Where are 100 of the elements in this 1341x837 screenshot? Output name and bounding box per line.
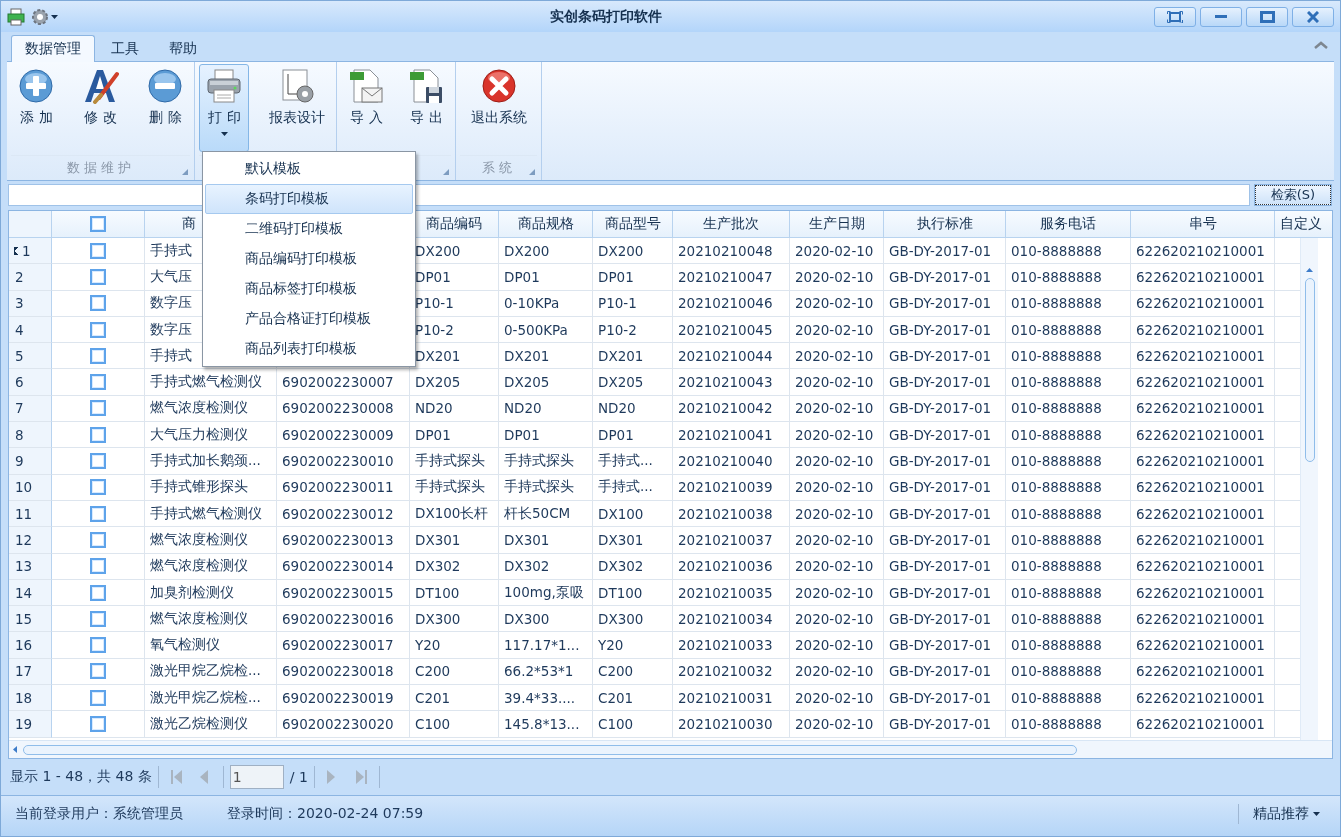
table-cell: 燃气浓度检测仪	[145, 606, 277, 633]
record-count: 显示 1 - 48，共 48 条	[10, 768, 152, 786]
minimize-button[interactable]	[1200, 6, 1242, 27]
table-cell: DX301	[593, 527, 673, 554]
column-header[interactable]: 执行标准	[884, 211, 1006, 238]
checkbox[interactable]	[90, 400, 106, 417]
row-header[interactable]: 17	[9, 658, 52, 686]
checkbox[interactable]	[90, 426, 106, 443]
checkbox[interactable]	[90, 689, 106, 706]
checkbox[interactable]	[90, 610, 106, 627]
row-header[interactable]: 1	[9, 238, 52, 265]
column-header[interactable]: 自定义	[1275, 211, 1332, 238]
table-cell: 20210210044	[673, 343, 790, 370]
ribbon-tab[interactable]: 帮助	[155, 35, 211, 62]
table-cell: 622620210210001	[1131, 606, 1275, 633]
checkbox[interactable]	[90, 453, 106, 469]
checkbox[interactable]	[90, 663, 106, 680]
ribbon-button[interactable]: 添加	[11, 64, 61, 152]
row-header[interactable]: 3	[9, 290, 52, 317]
launcher-icon[interactable]	[182, 169, 188, 175]
ribbon-button[interactable]: 导出	[401, 64, 451, 152]
table-cell: 6902002230007	[277, 369, 410, 396]
fullscreen-button[interactable]	[1154, 6, 1196, 27]
horizontal-scrollbar[interactable]	[9, 740, 1332, 758]
checkbox[interactable]	[90, 216, 106, 232]
table-cell: 622620210210001	[1131, 527, 1275, 554]
checkbox[interactable]	[90, 479, 106, 496]
table-cell: 2020-02-10	[790, 606, 884, 633]
table-cell: DX200	[499, 238, 593, 265]
recommend-button[interactable]: 精品推荐	[1238, 804, 1326, 824]
menu-item[interactable]: 默认模板	[205, 154, 413, 184]
row-header[interactable]: 11	[9, 500, 52, 528]
launcher-icon[interactable]	[529, 169, 535, 175]
row-header[interactable]: 6	[9, 369, 52, 396]
table-cell: 激光甲烷乙烷检...	[145, 658, 277, 686]
maximize-button[interactable]	[1246, 6, 1288, 27]
table-cell: C201	[593, 685, 673, 712]
minus-icon	[147, 68, 183, 104]
row-header[interactable]: 13	[9, 553, 52, 580]
row-header[interactable]: 2	[9, 264, 52, 291]
table-cell: 010-8888888	[1006, 290, 1131, 317]
checkbox[interactable]	[90, 505, 106, 522]
checkbox[interactable]	[90, 295, 106, 312]
row-header[interactable]: 19	[9, 711, 52, 738]
table-cell: 66.2*53*1	[499, 658, 593, 686]
search-button[interactable]: 检索(S)	[1255, 185, 1331, 205]
checkbox[interactable]	[90, 242, 106, 259]
close-button[interactable]	[1292, 6, 1334, 27]
column-header[interactable]: 服务电话	[1006, 211, 1131, 238]
table-cell: 手持式探头	[410, 474, 499, 501]
row-header[interactable]: 9	[9, 448, 52, 475]
row-header[interactable]: 16	[9, 632, 52, 659]
column-header[interactable]: 生产批次	[673, 211, 790, 238]
gear-icon	[31, 7, 49, 26]
ribbon-button[interactable]: 导入	[341, 64, 391, 152]
table-cell: GB-DY-2017-01	[884, 527, 1006, 554]
column-header[interactable]: 生产日期	[790, 211, 884, 238]
launcher-icon[interactable]	[443, 169, 449, 175]
checkbox[interactable]	[90, 347, 106, 364]
menu-item[interactable]: 条码打印模板	[205, 184, 413, 214]
checkbox[interactable]	[90, 374, 106, 391]
checkbox[interactable]	[90, 584, 106, 601]
checkbox[interactable]	[90, 558, 106, 575]
row-header[interactable]: 15	[9, 606, 52, 633]
ribbon-button[interactable]: 修改	[75, 64, 126, 152]
row-header[interactable]: 18	[9, 685, 52, 712]
ribbon-button[interactable]: 删除	[140, 64, 190, 152]
scrollbar-thumb[interactable]	[1304, 278, 1315, 462]
checkbox[interactable]	[90, 268, 106, 285]
table-cell: 6902002230011	[277, 474, 410, 501]
scrollbar-thumb[interactable]	[23, 744, 1077, 755]
ribbon-button[interactable]: 报表设计	[262, 64, 332, 152]
row-header[interactable]: 14	[9, 579, 52, 607]
table-cell: C200	[410, 658, 499, 686]
checkbox[interactable]	[90, 637, 106, 654]
ribbon-tab[interactable]: 工具	[97, 35, 153, 62]
column-header[interactable]: 商品规格	[499, 211, 593, 238]
table-cell: DX302	[593, 553, 673, 580]
checkbox[interactable]	[90, 531, 106, 548]
ribbon-tab[interactable]: 数据管理	[11, 35, 95, 62]
ribbon-button[interactable]: 退出系统	[463, 64, 534, 152]
ribbon-button[interactable]: 打印	[199, 64, 249, 152]
table-cell: Y20	[410, 632, 499, 659]
checkbox[interactable]	[90, 321, 106, 338]
table-cell: 2020-02-10	[790, 474, 884, 501]
column-header[interactable]: 商品型号	[593, 211, 673, 238]
row-header[interactable]: 10	[9, 474, 52, 501]
column-header[interactable]: 串号	[1131, 211, 1275, 238]
table-cell: GB-DY-2017-01	[884, 290, 1006, 317]
checkbox[interactable]	[90, 716, 106, 732]
vertical-scrollbar[interactable]	[1300, 238, 1318, 740]
row-header[interactable]: 4	[9, 316, 52, 344]
settings-button[interactable]	[31, 7, 58, 26]
row-header[interactable]: 8	[9, 422, 52, 449]
document-gear-icon	[279, 68, 315, 104]
row-header[interactable]: 12	[9, 527, 52, 554]
row-header[interactable]: 7	[9, 395, 52, 423]
page-field[interactable]: 1	[229, 765, 284, 789]
row-header[interactable]: 5	[9, 343, 52, 370]
table-cell: 2020-02-10	[790, 448, 884, 475]
